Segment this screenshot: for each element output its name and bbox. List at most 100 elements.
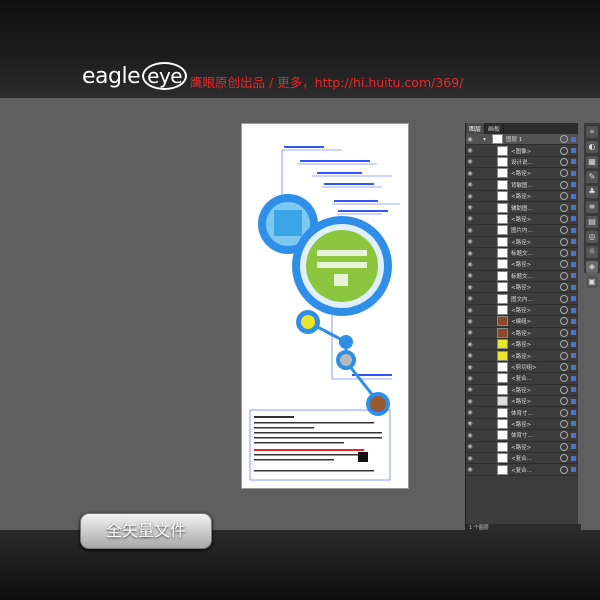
brushes-icon[interactable]: ✎ bbox=[586, 171, 598, 183]
color-icon[interactable]: ◐ bbox=[586, 141, 598, 153]
visibility-eye-icon[interactable]: ◉ bbox=[466, 432, 474, 439]
selection-indicator[interactable] bbox=[571, 444, 576, 450]
target-circle-icon[interactable] bbox=[560, 180, 568, 189]
swatches-icon[interactable]: ▦ bbox=[586, 156, 598, 168]
target-circle-icon[interactable] bbox=[560, 419, 568, 428]
visibility-eye-icon[interactable]: ◉ bbox=[466, 295, 474, 302]
target-circle-icon[interactable] bbox=[560, 294, 568, 303]
visibility-eye-icon[interactable]: ◉ bbox=[466, 443, 474, 450]
layer-row[interactable]: ◉ <路径> bbox=[466, 327, 578, 340]
layer-row[interactable]: ◉ 辅助图... bbox=[466, 202, 578, 214]
selection-indicator[interactable] bbox=[571, 341, 576, 347]
layer-row[interactable]: ◉ <图像> bbox=[466, 145, 578, 157]
selection-indicator[interactable] bbox=[571, 159, 576, 165]
layer-row[interactable]: ◉ <编组> bbox=[466, 316, 578, 328]
target-circle-icon[interactable] bbox=[560, 146, 568, 155]
visibility-eye-icon[interactable]: ◉ bbox=[466, 215, 474, 222]
visibility-eye-icon[interactable]: ◉ bbox=[466, 398, 474, 405]
layer-row[interactable]: ◉ <路径> bbox=[466, 384, 578, 396]
target-circle-icon[interactable] bbox=[560, 283, 568, 292]
layer-row[interactable]: ◉ 图片内... bbox=[466, 225, 578, 237]
layer-row[interactable]: ◉ 标题文... bbox=[466, 270, 578, 283]
target-circle-icon[interactable] bbox=[560, 169, 568, 178]
layer-row[interactable]: ◉ 标题文... bbox=[466, 248, 578, 260]
target-circle-icon[interactable] bbox=[560, 306, 568, 315]
visibility-eye-icon[interactable]: ◉ bbox=[466, 250, 474, 257]
selection-indicator[interactable] bbox=[571, 250, 576, 256]
selection-indicator[interactable] bbox=[571, 455, 576, 461]
visibility-eye-icon[interactable]: ◉ bbox=[466, 386, 474, 393]
target-circle-icon[interactable] bbox=[560, 340, 568, 349]
selection-indicator[interactable] bbox=[571, 353, 576, 359]
layer-row[interactable]: ◉ <路径> bbox=[466, 282, 578, 294]
layer-row[interactable]: ◉ <路径> bbox=[466, 168, 578, 180]
target-circle-icon[interactable] bbox=[560, 203, 568, 212]
visibility-eye-icon[interactable]: ◉ bbox=[466, 329, 474, 336]
layer-row[interactable]: ◉ 背敏图... bbox=[466, 179, 578, 191]
visibility-eye-icon[interactable]: ◉ bbox=[466, 284, 474, 291]
visibility-eye-icon[interactable]: ◉ bbox=[466, 261, 474, 268]
selection-indicator[interactable] bbox=[571, 170, 576, 176]
gradient-icon[interactable]: ▤ bbox=[586, 216, 598, 228]
target-circle-icon[interactable] bbox=[560, 317, 568, 326]
selection-indicator[interactable] bbox=[571, 432, 576, 438]
visibility-eye-icon[interactable]: ◉ bbox=[466, 158, 474, 165]
stroke-icon[interactable]: ≡ bbox=[586, 201, 598, 213]
selection-indicator[interactable] bbox=[571, 307, 576, 313]
visibility-eye-icon[interactable]: ◉ bbox=[466, 181, 474, 188]
target-circle-icon[interactable] bbox=[560, 135, 568, 144]
visibility-eye-icon[interactable]: ◉ bbox=[466, 204, 474, 211]
target-circle-icon[interactable] bbox=[560, 385, 568, 394]
layer-row[interactable]: ◉ <剪切组> bbox=[466, 362, 578, 374]
selection-indicator[interactable] bbox=[571, 193, 576, 199]
target-circle-icon[interactable] bbox=[560, 465, 568, 474]
layer-row[interactable]: ◉ <路径> bbox=[466, 236, 578, 248]
selection-indicator[interactable] bbox=[571, 398, 576, 404]
symbols-icon[interactable]: ♣ bbox=[586, 186, 598, 198]
layer-row[interactable]: ◉ <路径> bbox=[466, 350, 578, 362]
layer-row[interactable]: ◉ <路径> bbox=[466, 396, 578, 408]
visibility-eye-icon[interactable]: ◉ bbox=[466, 307, 474, 314]
layer-row[interactable]: ◉ <复合... bbox=[466, 453, 578, 465]
layer-row[interactable]: ◉ 体育寸... bbox=[466, 407, 578, 419]
target-circle-icon[interactable] bbox=[560, 454, 568, 463]
target-circle-icon[interactable] bbox=[560, 271, 568, 280]
visibility-eye-icon[interactable]: ◉ bbox=[466, 375, 474, 382]
selection-indicator[interactable] bbox=[571, 148, 576, 154]
transparency-icon[interactable]: ◎ bbox=[586, 231, 598, 243]
selection-indicator[interactable] bbox=[571, 273, 576, 279]
selection-indicator[interactable] bbox=[571, 421, 576, 427]
selection-indicator[interactable] bbox=[571, 318, 576, 324]
target-circle-icon[interactable] bbox=[560, 226, 568, 235]
layer-row[interactable]: ◉ 体育寸... bbox=[466, 430, 578, 442]
visibility-eye-icon[interactable]: ◉ bbox=[466, 420, 474, 427]
layers-icon[interactable]: ◈ bbox=[586, 261, 598, 273]
selection-indicator[interactable] bbox=[571, 136, 576, 142]
selection-indicator[interactable] bbox=[571, 330, 576, 336]
layer-row-top[interactable]: ◉ ▾ 图层 1 bbox=[466, 134, 578, 146]
selection-indicator[interactable] bbox=[571, 182, 576, 188]
selection-indicator[interactable] bbox=[571, 296, 576, 302]
visibility-eye-icon[interactable]: ◉ bbox=[466, 136, 474, 143]
target-circle-icon[interactable] bbox=[560, 442, 568, 451]
target-circle-icon[interactable] bbox=[560, 237, 568, 246]
selection-indicator[interactable] bbox=[571, 410, 576, 416]
target-circle-icon[interactable] bbox=[560, 431, 568, 440]
selection-indicator[interactable] bbox=[571, 467, 576, 473]
visibility-eye-icon[interactable]: ◉ bbox=[466, 238, 474, 245]
target-circle-icon[interactable] bbox=[560, 214, 568, 223]
target-circle-icon[interactable] bbox=[560, 408, 568, 417]
artboards-icon[interactable]: ▣ bbox=[586, 276, 598, 288]
visibility-eye-icon[interactable]: ◉ bbox=[466, 318, 474, 325]
visibility-eye-icon[interactable]: ◉ bbox=[466, 455, 474, 462]
layer-row[interactable]: ◉ <复合... bbox=[466, 464, 578, 476]
layer-row[interactable]: ◉ <复合... bbox=[466, 373, 578, 385]
layer-row[interactable]: ◉ <路径> bbox=[466, 213, 578, 226]
document-canvas[interactable] bbox=[241, 123, 409, 489]
selection-indicator[interactable] bbox=[571, 261, 576, 267]
layer-row[interactable]: ◉ <路径> bbox=[466, 339, 578, 351]
visibility-eye-icon[interactable]: ◉ bbox=[466, 170, 474, 177]
target-circle-icon[interactable] bbox=[560, 249, 568, 258]
layer-row[interactable]: ◉ 设计说... bbox=[466, 156, 578, 169]
tab-layers[interactable]: 图层 bbox=[466, 123, 486, 134]
